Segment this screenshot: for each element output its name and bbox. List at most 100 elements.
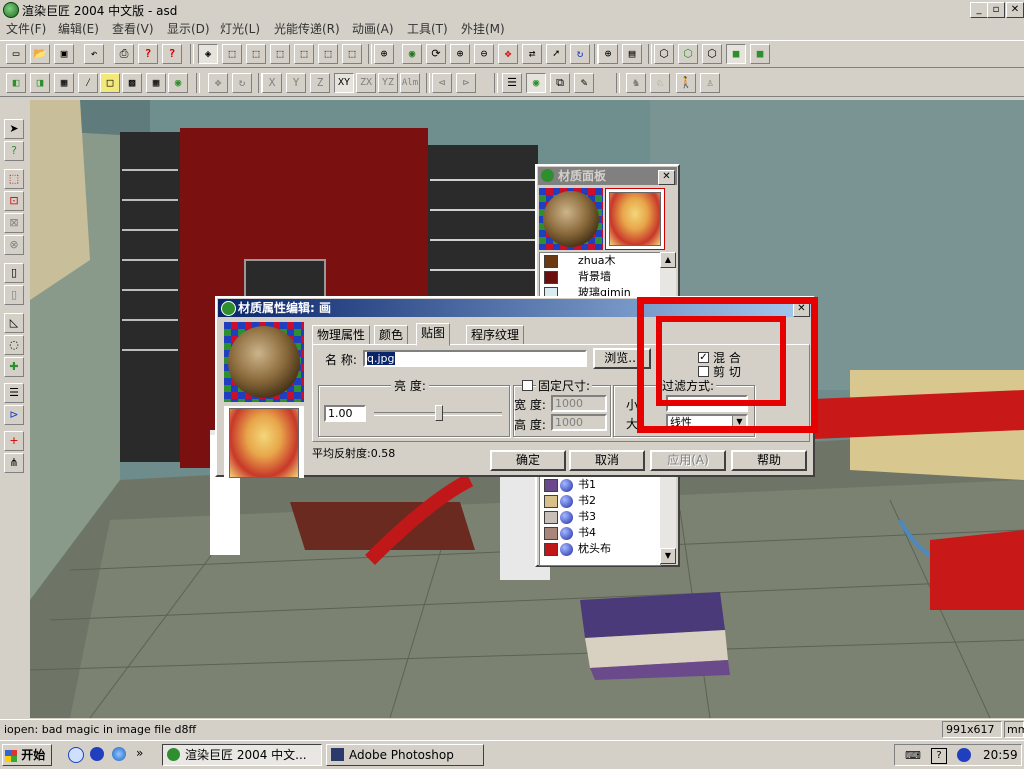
zoom-window-icon[interactable]: ⊕ [598, 44, 618, 64]
view-cube-1-icon[interactable]: ⬚ [222, 44, 242, 64]
list-item[interactable]: 书4 [540, 525, 658, 541]
scroll-up-button[interactable]: ▲ [660, 252, 676, 268]
pointer-icon[interactable]: ➤ [4, 119, 24, 139]
tree-icon[interactable]: ⋔ [4, 453, 24, 473]
browser-quicklaunch-icon[interactable] [112, 747, 126, 761]
menu-display[interactable]: 显示(D) [167, 20, 210, 37]
close-button[interactable]: ✕ [1006, 2, 1024, 18]
material-list-top[interactable]: zhua木 背景墙 玻璃qimin [539, 252, 661, 302]
zoom-scene-icon[interactable]: ⊕ [374, 44, 394, 64]
view-cube-2-icon[interactable]: ⬚ [246, 44, 266, 64]
wire-cube-icon[interactable]: ⬡ [654, 44, 674, 64]
animal-1-icon[interactable]: ♞ [626, 73, 646, 93]
zoom-out-icon[interactable]: ⊖ [474, 44, 494, 64]
app-icon[interactable] [3, 2, 19, 18]
object-3-icon[interactable]: ▦ [54, 73, 74, 93]
checker-icon[interactable]: ▩ [122, 73, 142, 93]
view-cube-6-icon[interactable]: ⬚ [342, 44, 362, 64]
object-1-icon[interactable]: ◧ [6, 73, 26, 93]
ie-quicklaunch-icon[interactable] [68, 747, 84, 763]
keyboard-icon[interactable]: ⌨ [905, 749, 921, 762]
tab-map[interactable]: 贴图 [416, 323, 451, 346]
material-panel-titlebar[interactable]: 材质面板 ✕ [538, 167, 677, 185]
copy-material-icon[interactable]: ⧉ [550, 73, 570, 93]
rotate-icon[interactable]: ↻ [232, 73, 252, 93]
page-icon[interactable]: ▯ [4, 263, 24, 283]
menu-tools[interactable]: 工具(T) [407, 20, 448, 37]
rotate-view-icon[interactable]: ↻ [570, 44, 590, 64]
tab-color[interactable]: 颜色 [374, 325, 409, 345]
walker-icon[interactable]: 🚶 [676, 73, 696, 93]
restore-button[interactable]: ▫ [987, 2, 1005, 18]
layers-icon[interactable]: ☰ [502, 73, 522, 93]
select-circle-icon[interactable]: ⊗ [4, 235, 24, 255]
menu-light[interactable]: 灯光(L) [220, 20, 260, 37]
pan-icon[interactable]: ✥ [498, 44, 518, 64]
list-item[interactable]: 书3 [540, 509, 658, 525]
orbit-icon[interactable]: ⟳ [426, 44, 446, 64]
material-preview-texture-frame[interactable] [605, 188, 665, 250]
filter-icon[interactable]: ⊳ [4, 405, 24, 425]
lasso-icon[interactable]: ◌ [4, 335, 24, 355]
hidden-line-cube-icon[interactable]: ⬡ [702, 44, 722, 64]
measure-icon[interactable]: ⁄ [78, 73, 98, 93]
apply-button[interactable]: 应用(A) [650, 450, 726, 471]
material-ball-icon[interactable]: ◉ [526, 73, 546, 93]
select-cross-icon[interactable]: ⊠ [4, 213, 24, 233]
move-icon[interactable]: ✥ [208, 73, 228, 93]
menu-edit[interactable]: 编辑(E) [58, 20, 99, 37]
tab-procedural[interactable]: 程序纹理 [466, 325, 525, 345]
help-button[interactable]: 帮助 [731, 450, 807, 471]
axis-yz-button[interactable]: YZ [378, 73, 398, 93]
material-list-scrollbar-bottom[interactable]: ▼ [660, 476, 676, 564]
axis-x-button[interactable]: X [262, 73, 282, 93]
camera-icon[interactable]: ▤ [622, 44, 642, 64]
yellow-square-icon[interactable]: □ [100, 73, 120, 93]
help-icon[interactable]: ? [138, 44, 158, 64]
tab-physical[interactable]: 物理属性 [312, 325, 371, 345]
list-item[interactable]: 背景墙 [540, 269, 658, 285]
open-folder-icon[interactable]: 📂 [30, 44, 50, 64]
view-cube-4-icon[interactable]: ⬚ [294, 44, 314, 64]
list-item[interactable]: 书1 [540, 477, 658, 493]
object-2-icon[interactable]: ◨ [30, 73, 50, 93]
solid-cube-icon[interactable]: ■ [726, 44, 746, 64]
cancel-button[interactable]: 取消 [569, 450, 645, 471]
minimize-button[interactable]: _ [970, 2, 988, 18]
paint-material-icon[interactable]: ✎ [574, 73, 594, 93]
menu-plugins[interactable]: 外挂(M) [461, 20, 505, 37]
tag-1-icon[interactable]: ⊲ [432, 73, 452, 93]
brightness-slider-thumb[interactable] [435, 405, 443, 421]
task-renderer[interactable]: 渲染巨匠 2004 中文... [162, 744, 322, 766]
list-item[interactable]: 枕头布 [540, 541, 658, 557]
width-field[interactable]: 1000 [551, 395, 607, 412]
select-rect-icon[interactable]: ⬚ [4, 169, 24, 189]
material-panel-close-button[interactable]: ✕ [658, 170, 675, 185]
axis-xy-button[interactable]: XY [334, 73, 354, 93]
height-field[interactable]: 1000 [551, 414, 607, 431]
material-list-bottom[interactable]: 书1 书2 书3 书4 枕头布 [539, 476, 661, 566]
walk-icon[interactable]: ⇄ [522, 44, 542, 64]
axis-z-button[interactable]: Z [310, 73, 330, 93]
quicklaunch-more[interactable]: » [136, 746, 143, 760]
list-icon[interactable]: ☰ [4, 383, 24, 403]
app-title-bar[interactable]: 渲染巨匠 2004 中文版 - asd _ ▫ ✕ [0, 0, 1024, 18]
paint-select-icon[interactable]: ✚ [4, 357, 24, 377]
ok-button[interactable]: 确定 [490, 450, 566, 471]
help-tray-icon[interactable]: ? [931, 748, 947, 764]
task-photoshop[interactable]: Adobe Photoshop [326, 744, 484, 766]
undo-icon[interactable]: ↶ [84, 44, 104, 64]
eye-icon[interactable]: ◉ [402, 44, 422, 64]
view-cube-3-icon[interactable]: ⬚ [270, 44, 290, 64]
shaded-wire-cube-icon[interactable]: ⬡ [678, 44, 698, 64]
name-field[interactable]: q.jpg [363, 350, 587, 367]
menu-radiosity[interactable]: 光能传递(R) [274, 20, 340, 37]
menu-file[interactable]: 文件(F) [6, 20, 46, 37]
axis-y-button[interactable]: Y [286, 73, 306, 93]
start-button[interactable]: 开始 [2, 744, 52, 766]
select-help-icon[interactable]: ? [4, 141, 24, 161]
select-zoom-icon[interactable]: ⊡ [4, 191, 24, 211]
new-icon[interactable]: ▭ [6, 44, 26, 64]
material-icon[interactable]: ◉ [168, 73, 188, 93]
align-button[interactable]: Alm [400, 73, 420, 93]
